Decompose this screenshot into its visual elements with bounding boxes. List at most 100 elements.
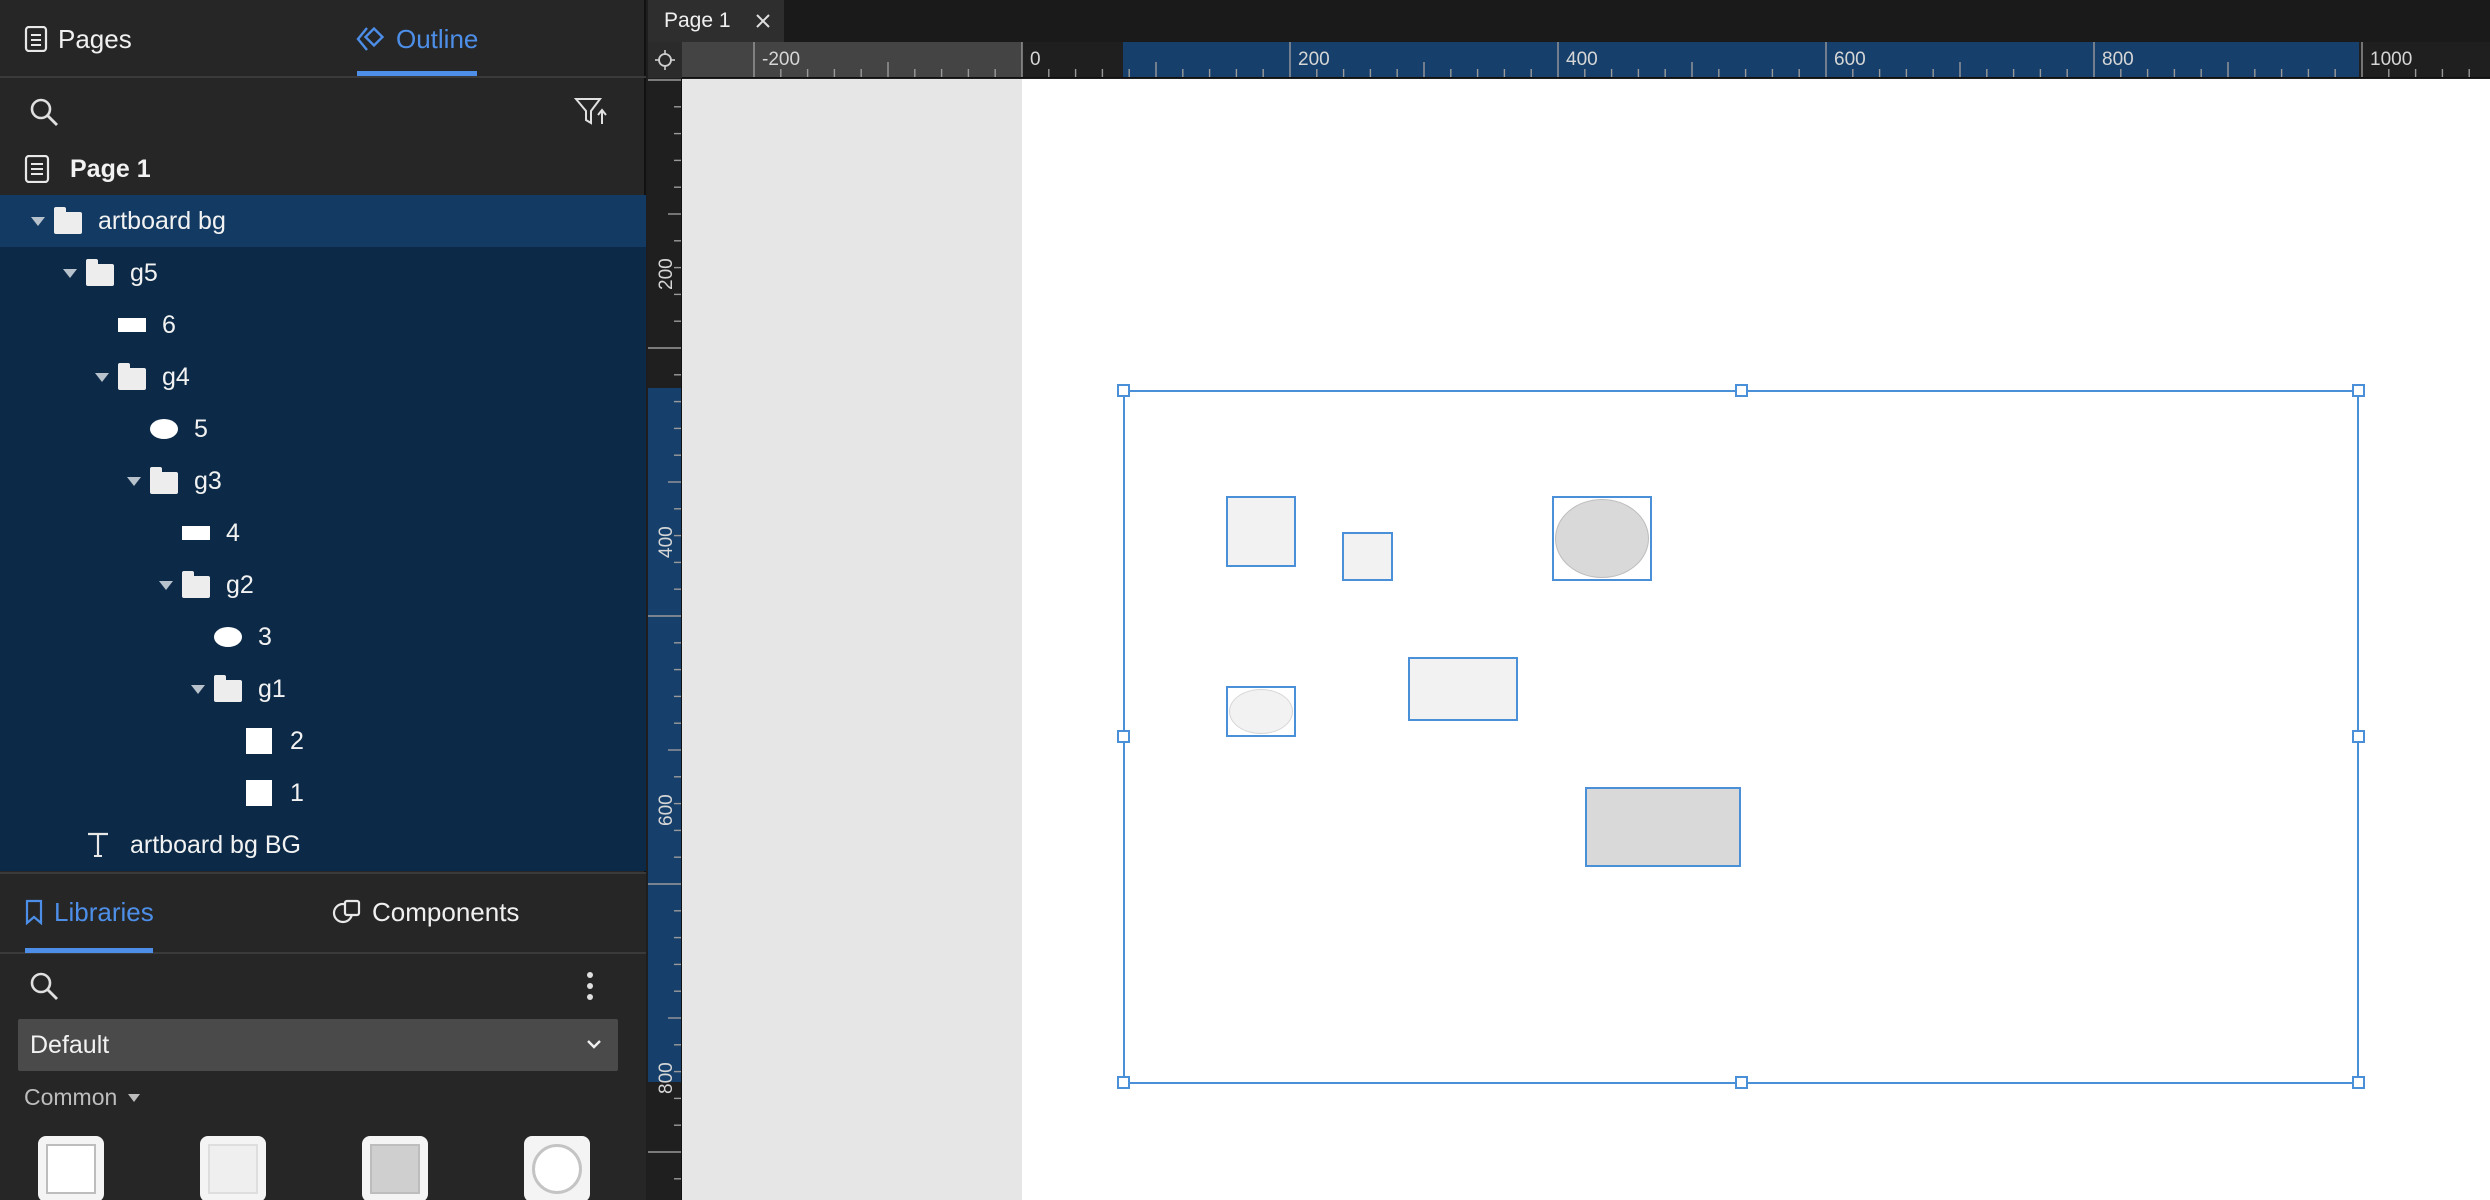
tree-row-label: g3 xyxy=(194,466,222,495)
resize-handle-tr[interactable] xyxy=(2352,384,2365,397)
ruler-label: 800 xyxy=(656,1062,677,1094)
library-item-rectangle[interactable] xyxy=(38,1136,104,1200)
tab-outline[interactable]: Outline xyxy=(356,0,478,78)
tree-row-3[interactable]: 3 xyxy=(0,611,646,663)
square-icon xyxy=(246,780,272,806)
tree-row-artboard[interactable]: artboard bg xyxy=(0,195,646,247)
tree-row-g2[interactable]: g2 xyxy=(0,559,646,611)
shape-2-square[interactable] xyxy=(1342,532,1393,581)
common-section-label: Common xyxy=(24,1084,118,1110)
tree-row-label: 3 xyxy=(258,622,272,651)
tree-row-4[interactable]: 4 xyxy=(0,507,646,559)
collapse-caret-icon[interactable] xyxy=(95,373,109,382)
tree-row-g5[interactable]: g5 xyxy=(0,247,646,299)
layer-tree: Page 1 artboard bg g5 6 g4 5 g3 4 g2 3 g… xyxy=(0,143,646,871)
more-vertical-icon[interactable] xyxy=(584,970,596,1002)
ruler-label: 600 xyxy=(1834,49,1866,70)
search-icon[interactable] xyxy=(28,970,60,1002)
collapse-caret-icon[interactable] xyxy=(63,269,77,278)
tree-row-2[interactable]: 2 xyxy=(0,715,646,767)
rectangle-icon xyxy=(182,526,210,540)
resize-handle-b[interactable] xyxy=(1735,1076,1748,1089)
components-icon xyxy=(332,898,362,926)
page-row[interactable]: Page 1 xyxy=(0,143,646,195)
resize-handle-tl[interactable] xyxy=(1117,384,1130,397)
tree-row-g3[interactable]: g3 xyxy=(0,455,646,507)
document-tab-bar: Page 1 xyxy=(648,0,2490,42)
search-icon[interactable] xyxy=(28,96,60,128)
folder-icon xyxy=(150,467,178,494)
shape-6-rectangle[interactable] xyxy=(1585,787,1741,867)
collapse-caret-icon[interactable] xyxy=(159,581,173,590)
crosshair-icon xyxy=(655,50,675,70)
ruler-label: 0 xyxy=(1030,49,1041,70)
tree-row-label: 2 xyxy=(290,726,304,755)
ruler-label: 800 xyxy=(2102,49,2134,70)
library-select[interactable]: Default xyxy=(18,1019,618,1071)
collapse-caret-icon[interactable] xyxy=(31,217,45,226)
artboard[interactable] xyxy=(1022,79,2490,1200)
filter-icon[interactable] xyxy=(574,96,608,128)
pages-icon xyxy=(24,26,48,52)
resize-handle-br[interactable] xyxy=(2352,1076,2365,1089)
vertical-ruler[interactable]: 200 400 600 800 xyxy=(648,78,682,1200)
text-icon xyxy=(86,831,110,859)
outline-search-row xyxy=(0,80,646,142)
collapse-caret-icon[interactable] xyxy=(127,477,141,486)
shape-4-rectangle[interactable] xyxy=(1408,657,1518,721)
tree-row-g4[interactable]: g4 xyxy=(0,351,646,403)
tree-row-g1[interactable]: g1 xyxy=(0,663,646,715)
tab-outline-label: Outline xyxy=(396,23,479,54)
selection-frame[interactable] xyxy=(1123,390,2359,1084)
ellipse-icon xyxy=(150,419,178,439)
tree-row-5[interactable]: 5 xyxy=(0,403,646,455)
tree-row-6[interactable]: 6 xyxy=(0,299,646,351)
tab-components[interactable]: Components xyxy=(332,874,519,950)
active-tab-indicator xyxy=(25,948,153,953)
document-tab-title: Page 1 xyxy=(664,9,731,32)
tree-row-label: artboard bg BG xyxy=(130,830,301,859)
close-icon[interactable] xyxy=(755,13,771,29)
resize-handle-r[interactable] xyxy=(2352,730,2365,743)
horizontal-ruler[interactable]: -200 0 200 400 600 800 1000 xyxy=(682,42,2490,78)
folder-icon xyxy=(182,571,210,598)
folder-icon xyxy=(86,259,114,286)
shape-1-square[interactable] xyxy=(1226,496,1296,567)
tree-row-label: 1 xyxy=(290,778,304,807)
library-tabs: Libraries Components xyxy=(0,874,646,954)
ruler-label: 400 xyxy=(656,526,677,558)
canvas[interactable] xyxy=(682,79,2490,1200)
ruler-label: 200 xyxy=(1298,49,1330,70)
tree-row-label: g4 xyxy=(162,362,190,391)
library-item-rectangle-light[interactable] xyxy=(200,1136,266,1200)
common-section-toggle[interactable]: Common xyxy=(24,1084,141,1111)
tab-pages[interactable]: Pages xyxy=(24,0,132,78)
circle-icon xyxy=(532,1144,582,1194)
tree-row-1[interactable]: 1 xyxy=(0,767,646,819)
folder-icon xyxy=(214,675,242,702)
ruler-label: -200 xyxy=(762,49,801,70)
tab-components-label: Components xyxy=(372,896,520,927)
ruler-label: 400 xyxy=(1566,49,1598,70)
resize-handle-bl[interactable] xyxy=(1117,1076,1130,1089)
ruler-origin-button[interactable] xyxy=(648,42,682,78)
resize-handle-l[interactable] xyxy=(1117,730,1130,743)
tab-pages-label: Pages xyxy=(58,23,132,54)
rectangle-icon xyxy=(46,1144,96,1194)
document-tab[interactable]: Page 1 xyxy=(648,0,784,42)
shape-3-ellipse xyxy=(1229,689,1293,734)
library-item-circle[interactable] xyxy=(524,1136,590,1200)
outline-icon xyxy=(356,26,386,52)
tree-row-label: g5 xyxy=(130,258,158,287)
rectangle-icon xyxy=(118,318,146,332)
tree-row-label: g2 xyxy=(226,570,254,599)
tree-row-text[interactable]: artboard bg BG xyxy=(0,819,646,871)
shape-3-bounds[interactable] xyxy=(1226,686,1296,737)
shape-5-ellipse xyxy=(1555,499,1649,578)
rectangle-icon xyxy=(370,1144,420,1194)
shape-5-bounds[interactable] xyxy=(1552,496,1652,581)
resize-handle-t[interactable] xyxy=(1735,384,1748,397)
library-item-rectangle-gray[interactable] xyxy=(362,1136,428,1200)
collapse-caret-icon[interactable] xyxy=(191,685,205,694)
tab-libraries[interactable]: Libraries xyxy=(24,874,154,950)
